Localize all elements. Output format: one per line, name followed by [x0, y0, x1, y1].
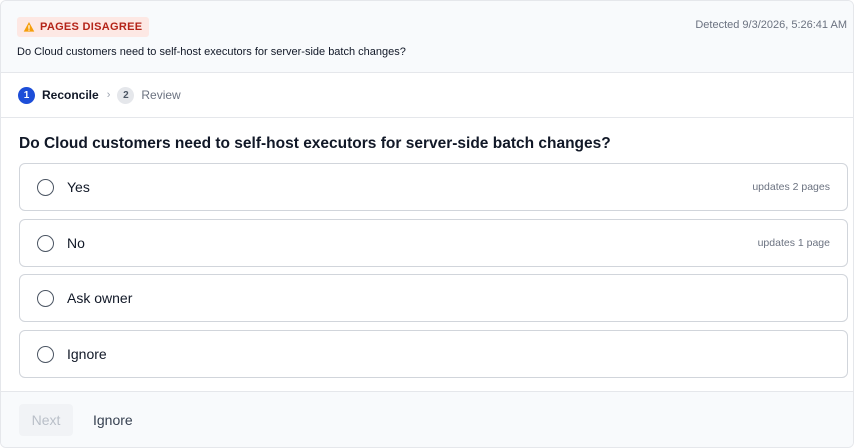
step-label: Reconcile [42, 88, 99, 102]
stepper: 1 Reconcile › 2 Review [1, 73, 853, 118]
step-label: Review [141, 88, 181, 102]
step-reconcile[interactable]: 1 Reconcile [18, 86, 99, 104]
status-badge-label: PAGES DISAGREE [40, 21, 143, 33]
option-ignore[interactable]: Ignore [19, 330, 848, 378]
option-meta: updates 1 page [757, 237, 830, 249]
option-label: Yes [67, 179, 90, 195]
detected-timestamp: Detected 9/3/2026, 5:26:41 AM [695, 19, 847, 31]
option-label: Ignore [67, 346, 107, 362]
option-meta: updates 2 pages [752, 181, 830, 193]
warning-triangle-icon [23, 22, 35, 32]
status-badge: PAGES DISAGREE [17, 17, 150, 37]
step-review[interactable]: 2 Review [117, 86, 181, 104]
step-number: 1 [18, 86, 35, 104]
option-label: Ask owner [67, 290, 133, 306]
ignore-button[interactable]: Ignore [83, 404, 143, 436]
option-yes[interactable]: Yes updates 2 pages [19, 163, 848, 211]
header-question: Do Cloud customers need to self-host exe… [17, 46, 406, 58]
chevron-right-icon: › [106, 89, 111, 101]
radio-button[interactable] [37, 234, 54, 252]
question-title: Do Cloud customers need to self-host exe… [19, 135, 611, 152]
conflict-header: PAGES DISAGREE Detected 9/3/2026, 5:26:4… [1, 1, 853, 73]
action-footer: Next Ignore [1, 391, 853, 447]
reconcile-card: PAGES DISAGREE Detected 9/3/2026, 5:26:4… [0, 0, 854, 448]
option-no[interactable]: No updates 1 page [19, 219, 848, 267]
option-ask-owner[interactable]: Ask owner [19, 274, 848, 322]
option-label: No [67, 235, 85, 251]
step-number: 2 [117, 86, 135, 104]
radio-button[interactable] [37, 345, 54, 363]
radio-button[interactable] [37, 178, 54, 196]
radio-button[interactable] [37, 289, 54, 307]
next-button[interactable]: Next [19, 404, 73, 436]
